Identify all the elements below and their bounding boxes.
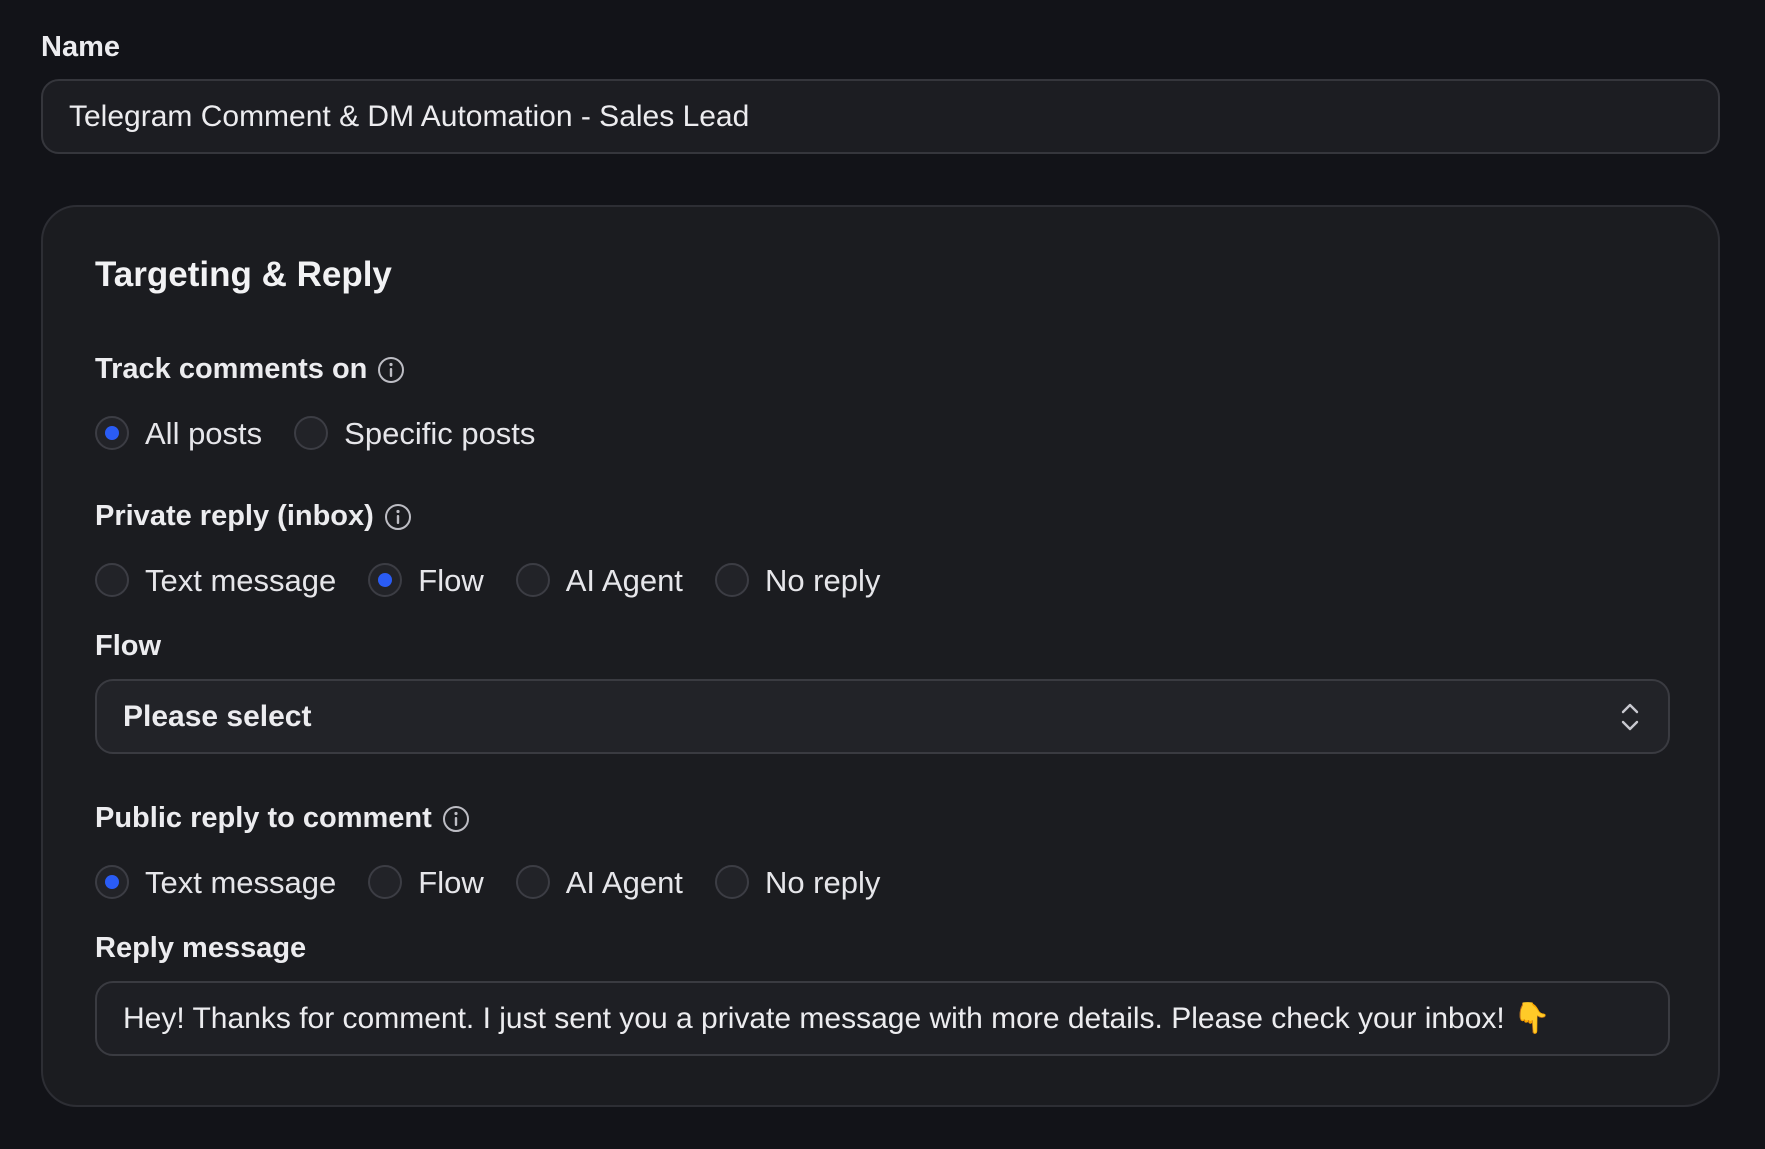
radio-option-no-reply[interactable]: No reply bbox=[714, 864, 881, 900]
radio-label: No reply bbox=[764, 864, 881, 900]
info-icon[interactable] bbox=[377, 356, 405, 384]
private-reply-label: Private reply (inbox) bbox=[95, 502, 412, 531]
public-reply-label-text: Public reply to comment bbox=[95, 802, 432, 834]
radio-button[interactable] bbox=[714, 865, 749, 899]
public-reply-label: Public reply to comment bbox=[95, 804, 470, 833]
targeting-reply-card: Targeting & Reply Track comments on All … bbox=[41, 205, 1720, 1107]
track-comments-label: Track comments on bbox=[95, 355, 405, 384]
radio-option-no-reply[interactable]: No reply bbox=[714, 562, 881, 598]
radio-option-all-posts[interactable]: All posts bbox=[95, 416, 262, 450]
radio-button[interactable] bbox=[714, 563, 749, 597]
private-reply-radio-group: Text message Flow AI Agent No reply bbox=[95, 563, 912, 597]
radio-label: Flow bbox=[418, 562, 484, 598]
reply-message-input[interactable]: Hey! Thanks for comment. I just sent you… bbox=[95, 981, 1670, 1056]
radio-button[interactable] bbox=[95, 865, 129, 899]
radio-option-text-message[interactable]: Text message bbox=[95, 563, 336, 597]
radio-button[interactable] bbox=[515, 563, 550, 597]
name-label: Name bbox=[41, 31, 120, 63]
radio-button[interactable] bbox=[368, 865, 403, 899]
flow-label: Flow bbox=[95, 630, 162, 662]
radio-label: No reply bbox=[764, 562, 881, 598]
reply-message-label: Reply message bbox=[95, 932, 307, 964]
radio-label: All posts bbox=[145, 415, 263, 451]
radio-label: Text message bbox=[145, 562, 337, 598]
radio-option-specific-posts[interactable]: Specific posts bbox=[294, 416, 535, 450]
radio-button[interactable] bbox=[294, 416, 329, 450]
radio-label: Text message bbox=[145, 864, 337, 900]
radio-option-flow[interactable]: Flow bbox=[368, 562, 484, 598]
radio-option-ai-agent[interactable]: AI Agent bbox=[515, 864, 683, 900]
radio-option-text-message[interactable]: Text message bbox=[95, 865, 336, 899]
card-title: Targeting & Reply bbox=[95, 255, 392, 294]
track-comments-label-text: Track comments on bbox=[95, 353, 368, 385]
radio-button[interactable] bbox=[515, 865, 550, 899]
radio-label: AI Agent bbox=[565, 864, 683, 900]
radio-label: Flow bbox=[418, 864, 484, 900]
flow-select[interactable]: Please select bbox=[95, 679, 1670, 754]
info-icon[interactable] bbox=[442, 805, 470, 833]
name-input[interactable]: Telegram Comment & DM Automation - Sales… bbox=[41, 79, 1720, 154]
radio-button[interactable] bbox=[368, 563, 403, 597]
flow-select-value: Please select bbox=[123, 699, 312, 733]
radio-label: Specific posts bbox=[344, 415, 536, 451]
radio-label: AI Agent bbox=[565, 562, 683, 598]
track-comments-radio-group: All posts Specific posts bbox=[95, 416, 567, 450]
radio-button[interactable] bbox=[95, 563, 129, 597]
radio-button[interactable] bbox=[95, 416, 129, 450]
radio-option-flow[interactable]: Flow bbox=[368, 864, 484, 900]
public-reply-radio-group: Text message Flow AI Agent No reply bbox=[95, 865, 912, 899]
chevron-up-down-icon bbox=[1621, 703, 1639, 730]
radio-option-ai-agent[interactable]: AI Agent bbox=[515, 562, 683, 598]
private-reply-label-text: Private reply (inbox) bbox=[95, 500, 374, 532]
info-icon[interactable] bbox=[384, 503, 412, 531]
